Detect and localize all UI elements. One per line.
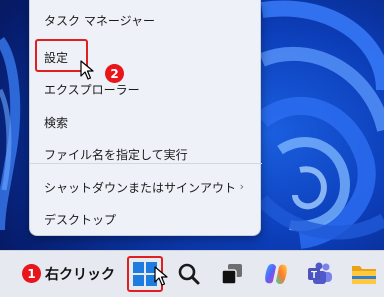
teams-icon[interactable]: T	[307, 262, 333, 290]
svg-text:T: T	[311, 270, 317, 281]
step-1-badge: 1	[22, 264, 41, 283]
step-1-label: 右クリック	[45, 267, 115, 283]
menu-separator	[30, 163, 262, 164]
task-view-icon[interactable]	[220, 262, 244, 290]
menu-item-label: タスク マネージャー	[44, 13, 155, 28]
search-icon[interactable]	[177, 262, 201, 290]
menu-item-task-manager[interactable]: タスク マネージャー	[34, 5, 258, 35]
menu-item-shutdown-signout[interactable]: シャットダウンまたはサインアウト ›	[34, 172, 258, 202]
menu-item-label: シャットダウンまたはサインアウト	[44, 180, 237, 195]
step-2-badge: 2	[105, 64, 124, 83]
file-explorer-icon[interactable]	[351, 263, 377, 289]
menu-item-label: ファイル名を指定して実行	[44, 147, 188, 162]
chevron-right-icon: ›	[239, 180, 244, 193]
copilot-icon[interactable]	[263, 261, 289, 291]
menu-item-desktop[interactable]: デスクトップ	[34, 204, 258, 234]
menu-item-search[interactable]: 検索	[34, 107, 258, 137]
mouse-cursor-icon	[80, 60, 94, 84]
menu-item-label: 検索	[44, 115, 69, 130]
menu-item-file-explorer[interactable]: エクスプローラー	[34, 74, 258, 104]
start-context-menu: タスク マネージャー 設定 エクスプローラー 検索 ファイル名を指定して実行 シ…	[29, 0, 262, 236]
menu-item-run[interactable]: ファイル名を指定して実行	[34, 139, 258, 169]
menu-item-label: デスクトップ	[44, 212, 117, 227]
mouse-cursor-icon	[154, 266, 168, 290]
